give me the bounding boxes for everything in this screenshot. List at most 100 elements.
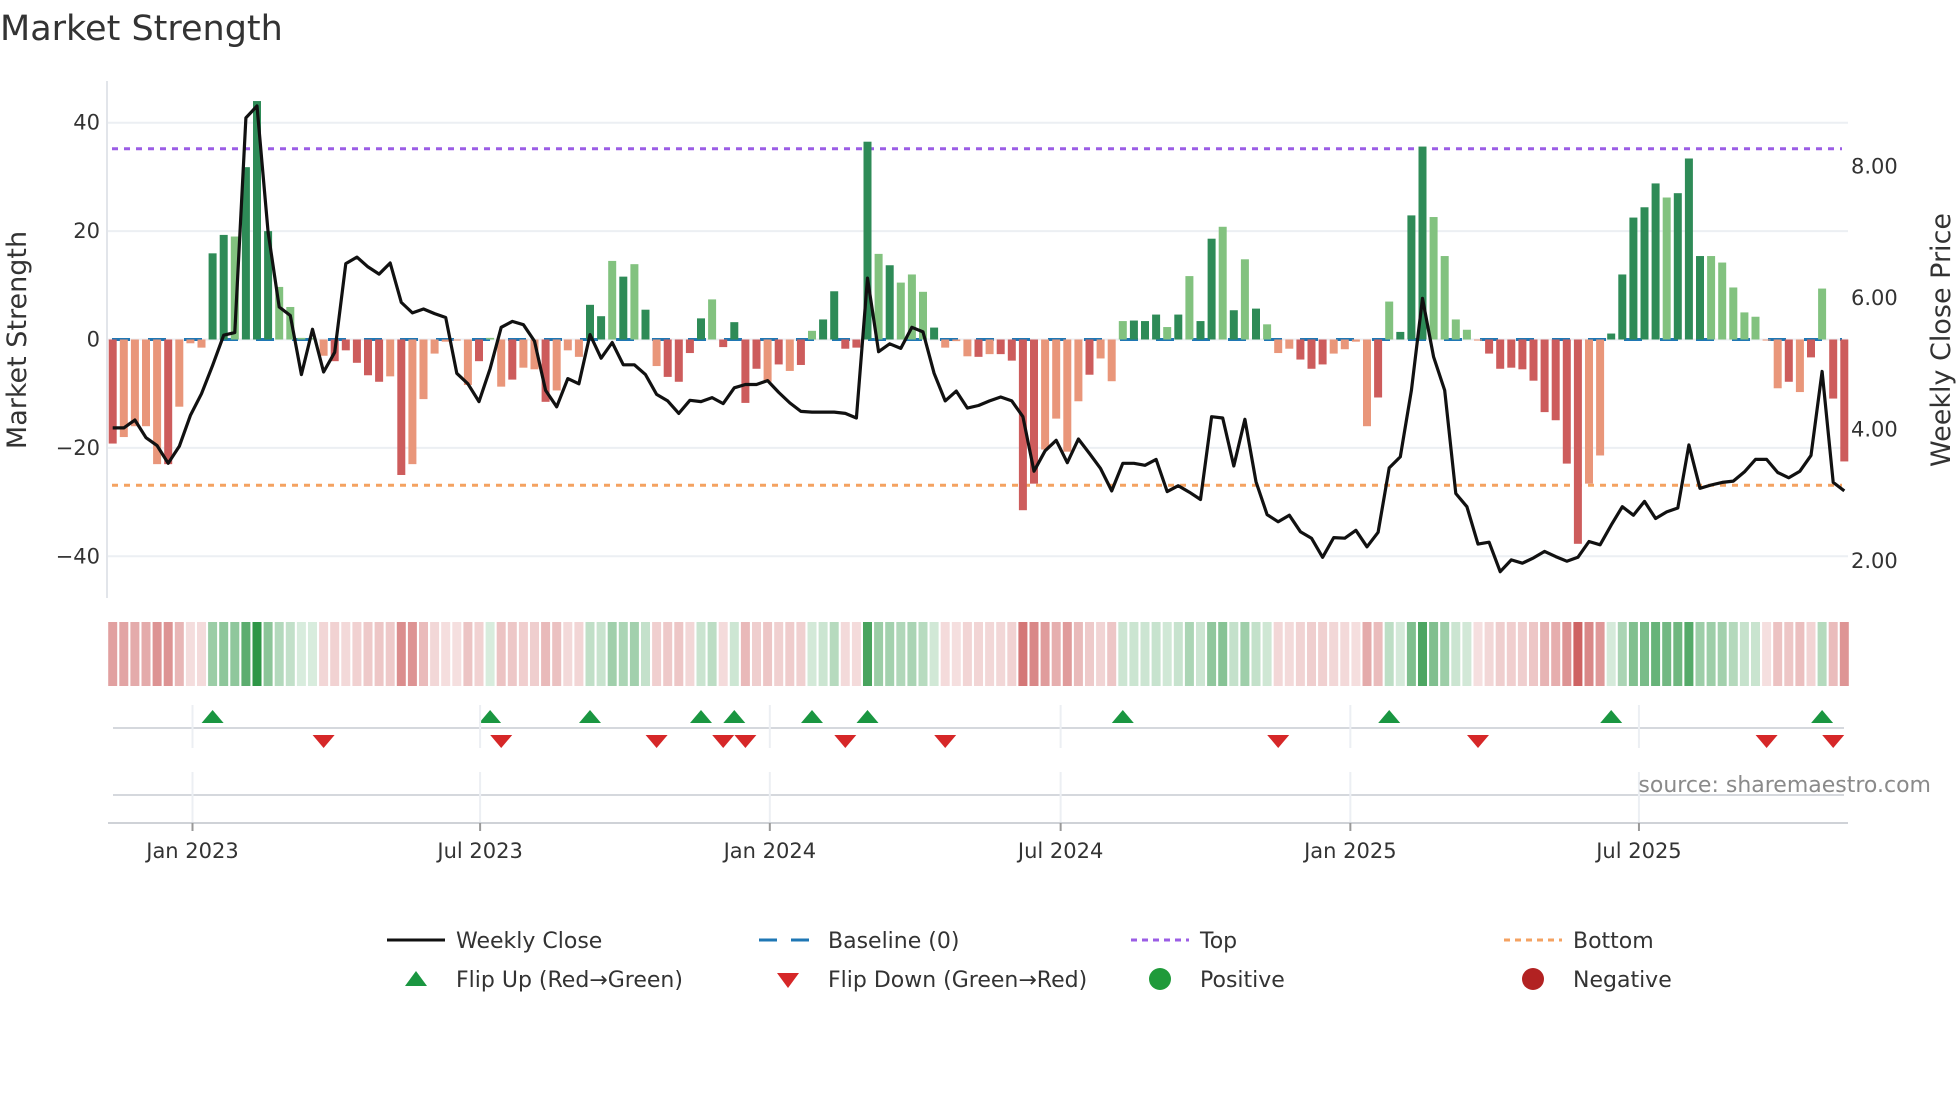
flip-up-marker xyxy=(1600,710,1623,723)
strength-bar xyxy=(963,339,972,357)
flip-down-marker xyxy=(645,735,668,748)
strip-cell xyxy=(308,622,317,686)
flip-down-marker xyxy=(1822,735,1845,748)
strength-bar xyxy=(486,337,495,340)
strip-cell xyxy=(752,622,761,686)
strength-bar xyxy=(552,339,561,391)
strip-cell xyxy=(740,622,750,686)
strength-bar xyxy=(175,339,184,407)
strip-cell xyxy=(396,622,406,686)
legend-item-line: Weekly Close xyxy=(387,929,602,954)
strength-bar xyxy=(186,339,195,344)
strip-cell xyxy=(507,622,517,686)
strip-cell xyxy=(641,622,650,686)
strength-bar xyxy=(941,339,950,348)
strip-cell xyxy=(718,622,728,686)
strip-cell xyxy=(485,622,495,686)
strip-cell xyxy=(951,622,961,686)
strip-cell xyxy=(1640,622,1649,686)
strength-bar xyxy=(1707,256,1716,340)
flip-down-marker xyxy=(1267,735,1290,748)
strip-cell xyxy=(1773,622,1783,686)
strip-cell xyxy=(1517,622,1527,686)
strength-bar xyxy=(452,339,461,341)
strength-bar xyxy=(930,327,939,340)
strip-cell xyxy=(1839,622,1849,686)
source-credit: source: sharemaestro.com xyxy=(1638,773,1931,798)
strip-cell xyxy=(1406,622,1416,686)
strength-heat-strip xyxy=(108,622,1849,686)
strip-cell xyxy=(1628,622,1638,686)
strength-bar xyxy=(741,339,750,403)
strip-cell xyxy=(585,622,595,686)
strength-bar xyxy=(364,339,372,376)
strip-cell xyxy=(274,622,284,686)
strength-bar xyxy=(1784,339,1793,382)
strength-bar xyxy=(463,339,472,386)
strip-cell xyxy=(696,622,706,686)
legend-label: Weekly Close xyxy=(456,929,602,954)
flip-down-marker xyxy=(734,735,757,748)
strip-cell xyxy=(552,622,562,686)
strip-cell xyxy=(707,622,717,686)
strength-bar xyxy=(1496,339,1505,369)
strip-cell xyxy=(1440,622,1450,686)
strength-bar xyxy=(1118,321,1127,340)
legend-label: Positive xyxy=(1200,968,1285,993)
strength-bar xyxy=(1618,274,1627,340)
y-tick-right: 2.00 xyxy=(1851,549,1898,573)
strength-bar xyxy=(119,339,128,438)
strip-cell xyxy=(1251,622,1261,686)
strength-bar xyxy=(1163,327,1172,340)
strength-bar xyxy=(441,339,450,342)
strip-cell xyxy=(1529,622,1538,686)
strength-bar xyxy=(1729,287,1738,340)
legend-item-positive: Positive xyxy=(1149,968,1285,993)
strength-bar xyxy=(1640,207,1649,340)
strip-cell xyxy=(174,622,184,686)
strength-bar xyxy=(1407,215,1416,340)
strength-bar xyxy=(1074,339,1083,402)
strength-bar xyxy=(1718,262,1727,340)
strength-bar xyxy=(1840,339,1849,462)
strip-cell xyxy=(419,622,428,686)
strip-cell xyxy=(1218,622,1228,686)
strip-cell xyxy=(1318,622,1328,686)
flip-down-marker xyxy=(934,735,957,748)
x-tick-label: Jan 2025 xyxy=(1302,839,1397,863)
strength-bar xyxy=(630,264,639,340)
strength-bar xyxy=(730,322,739,340)
strip-cell xyxy=(285,622,295,686)
strip-cell xyxy=(1373,622,1383,686)
x-tick-label: Jul 2024 xyxy=(1016,839,1103,863)
strength-bar xyxy=(1773,339,1782,389)
strength-bar xyxy=(663,339,672,377)
legend-item-baseline: Baseline (0) xyxy=(759,929,959,954)
strip-cell xyxy=(1329,622,1339,686)
strip-cell xyxy=(1784,622,1794,686)
strip-cell xyxy=(1595,622,1605,686)
strip-cell xyxy=(252,622,262,686)
x-tick-label: Jul 2025 xyxy=(1594,839,1681,863)
strip-cell xyxy=(374,622,384,686)
y-tick-left: 20 xyxy=(73,219,100,243)
strip-cell xyxy=(518,622,528,686)
legend-label: Flip Down (Green→Red) xyxy=(828,968,1087,993)
strength-bar xyxy=(1607,333,1616,340)
strip-cell xyxy=(1018,622,1028,686)
strip-cell xyxy=(785,622,795,686)
strength-bar xyxy=(1329,339,1338,354)
strip-cell xyxy=(1395,622,1405,686)
legend-label: Top xyxy=(1199,929,1237,954)
strip-cell xyxy=(918,622,928,686)
strip-cell xyxy=(441,622,451,686)
strength-bar xyxy=(419,339,428,400)
y-tick-left: −40 xyxy=(56,544,100,568)
strip-cell xyxy=(1695,622,1705,686)
strength-bar xyxy=(1052,339,1061,419)
strength-bar xyxy=(1629,217,1638,340)
strength-bar xyxy=(1662,197,1671,340)
strength-bar xyxy=(974,339,983,357)
strip-cell xyxy=(163,622,173,686)
strip-cell xyxy=(330,622,340,686)
